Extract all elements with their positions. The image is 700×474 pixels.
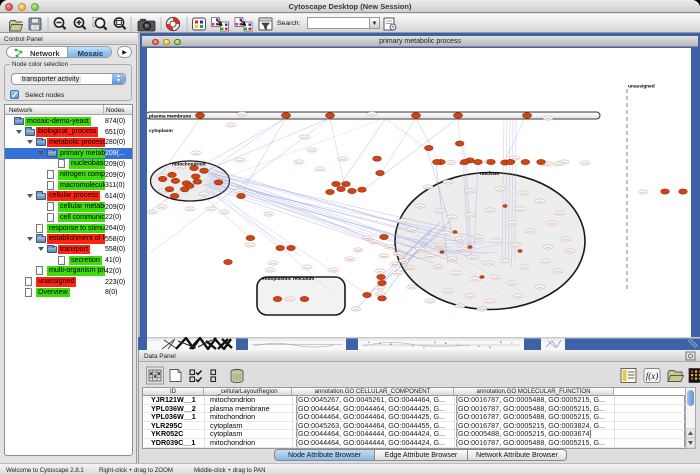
svg-text:mitochondrion: mitochondrion	[172, 162, 206, 168]
svg-text:unassigned: unassigned	[628, 84, 655, 90]
svg-text:plasma membrane: plasma membrane	[149, 114, 191, 120]
svg-text:nucleus: nucleus	[480, 171, 499, 177]
svg-text:f(x): f(x)	[646, 371, 659, 381]
svg-text:endoplasmic reticulum: endoplasmic reticulum	[262, 276, 314, 282]
svg-text:cytoplasm: cytoplasm	[149, 128, 173, 134]
